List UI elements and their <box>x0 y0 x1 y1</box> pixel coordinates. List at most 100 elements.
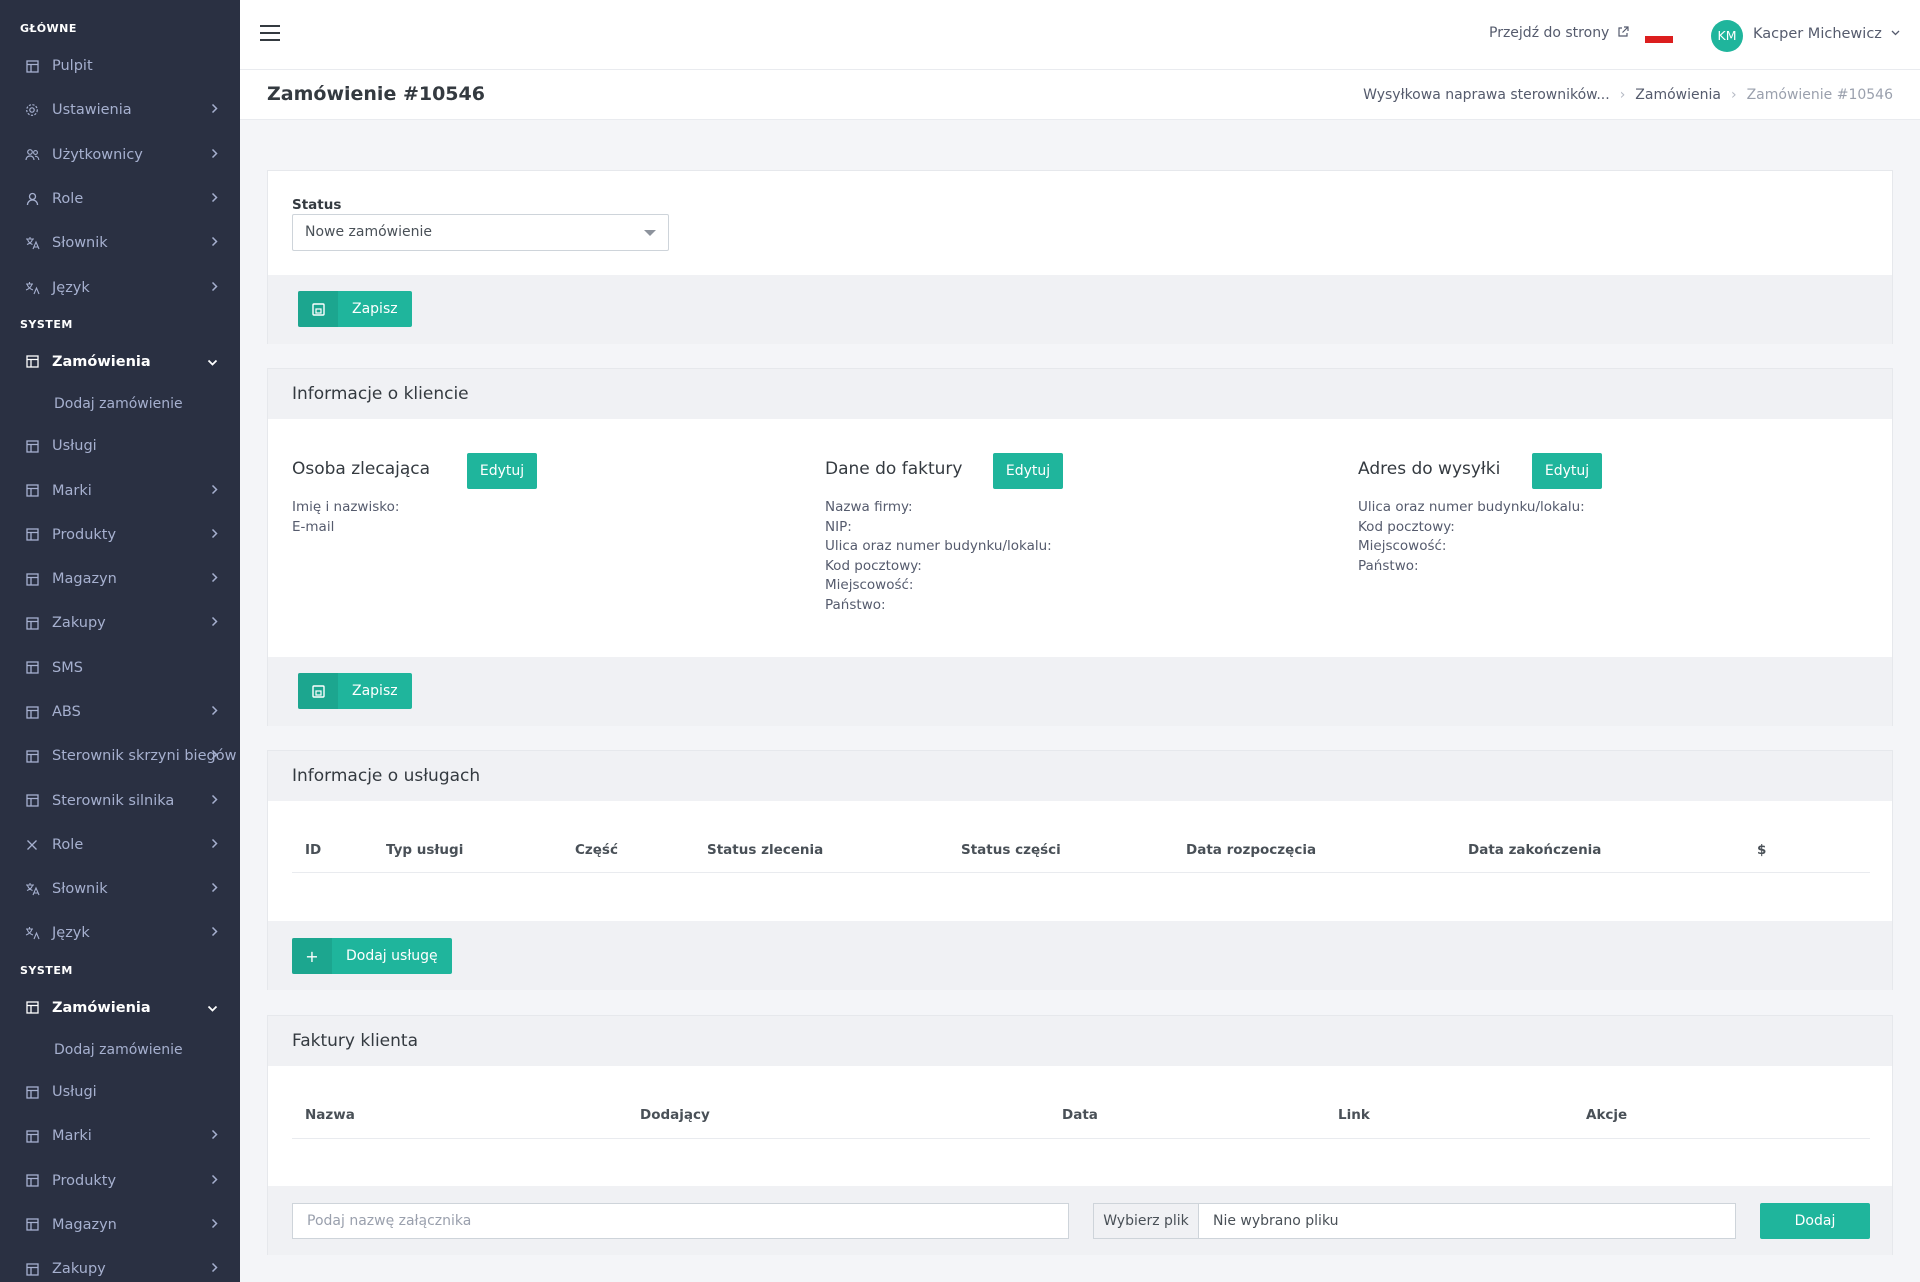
table-divider <box>292 1138 1870 1139</box>
sidebar-item[interactable]: Role <box>0 823 240 867</box>
sidebar-item[interactable]: ABS <box>0 690 240 734</box>
sidebar-item-label: Użytkownicy <box>52 146 143 163</box>
sidebar-item[interactable]: Sterownik skrzyni biegów <box>0 734 240 778</box>
choose-file-button[interactable]: Wybierz plik <box>1094 1204 1199 1238</box>
sidebar-item[interactable]: Zamówienia <box>0 986 240 1030</box>
menu-toggle-icon[interactable] <box>260 25 280 41</box>
sidebar-item[interactable]: Język <box>0 265 240 309</box>
layout-icon <box>24 438 40 454</box>
status-select[interactable]: Nowe zamówienie <box>292 214 669 251</box>
field-label: Miejscowość: <box>1358 538 1447 555</box>
chevron-right-icon <box>211 483 218 499</box>
column-header-link[interactable]: Link <box>1338 1107 1370 1123</box>
sidebar-item[interactable]: Role <box>0 177 240 221</box>
sidebar-item-label: Zamówienia <box>52 353 151 370</box>
layout-icon <box>24 793 40 809</box>
services-card: Informacje o usługach ID Typ usługi Częś… <box>267 750 1893 990</box>
sidebar-item[interactable]: Język <box>0 911 240 955</box>
column-header-actions[interactable]: Akcje <box>1586 1107 1627 1123</box>
save-client-button[interactable]: Zapisz <box>298 673 412 709</box>
sidebar-item[interactable]: Usługi <box>0 1070 240 1114</box>
layout-icon <box>24 571 40 587</box>
breadcrumb-separator-icon: › <box>1730 87 1737 103</box>
chevron-right-icon <box>211 615 218 631</box>
table-divider <box>292 872 1870 873</box>
column-header-date[interactable]: Data <box>1062 1107 1098 1123</box>
layout-icon <box>24 1000 40 1016</box>
sidebar-item[interactable]: Użytkownicy <box>0 133 240 177</box>
column-header-service-type[interactable]: Typ usługi <box>386 842 463 858</box>
chevron-right-icon <box>211 793 218 809</box>
chevron-down-icon <box>207 354 218 370</box>
chevron-right-icon <box>211 1173 218 1189</box>
user-menu[interactable]: Kacper Michewicz <box>1753 26 1900 42</box>
breadcrumb-item-orders[interactable]: Zamówienia <box>1635 87 1721 103</box>
chevron-right-icon <box>211 925 218 941</box>
shipping-address-fields: Ulica oraz numer budynku/lokalu: Kod poc… <box>1358 498 1585 576</box>
layout-icon <box>24 660 40 676</box>
sidebar-section-title: GŁÓWNE <box>20 22 77 35</box>
status-select-value: Nowe zamówienie <box>305 224 433 240</box>
sidebar-item[interactable]: Sterownik silnika <box>0 778 240 822</box>
sidebar-item[interactable]: SMS <box>0 646 240 690</box>
user-icon <box>24 191 40 207</box>
sidebar-item[interactable]: Usługi <box>0 424 240 468</box>
edit-orderer-button[interactable]: Edytuj <box>467 453 537 489</box>
column-header-order-status[interactable]: Status zlecenia <box>707 842 823 858</box>
chevron-right-icon <box>211 235 218 251</box>
edit-invoice-data-button[interactable]: Edytuj <box>993 453 1063 489</box>
field-label: Państwo: <box>825 596 886 613</box>
save-status-button[interactable]: Zapisz <box>298 291 412 327</box>
attachment-name-input[interactable]: Podaj nazwę załącznika <box>292 1203 1069 1239</box>
column-header-name[interactable]: Nazwa <box>305 1107 355 1123</box>
field-label: Imię i nazwisko: <box>292 499 400 515</box>
column-header-start-date[interactable]: Data rozpoczęcia <box>1186 842 1316 858</box>
sidebar-subitem[interactable]: Dodaj zamówienie <box>0 1030 240 1070</box>
services-header: Informacje o usługach <box>268 751 1892 801</box>
avatar[interactable]: KM <box>1711 20 1743 52</box>
sidebar-subitem[interactable]: Dodaj zamówienie <box>0 384 240 424</box>
column-header-price[interactable]: $ <box>1757 842 1766 858</box>
sidebar-item[interactable]: Zakupy <box>0 1247 240 1282</box>
sidebar-item[interactable]: Zamówienia <box>0 340 240 384</box>
field-label: Nazwa firmy: <box>825 499 913 515</box>
sidebar-item[interactable]: Magazyn <box>0 1203 240 1247</box>
shipping-address-title: Adres do wysyłki <box>1358 459 1501 479</box>
layout-icon <box>24 1128 40 1144</box>
sidebar-item[interactable]: Słownik <box>0 867 240 911</box>
column-header-added-by[interactable]: Dodający <box>640 1107 710 1123</box>
sidebar-item[interactable]: Słownik <box>0 221 240 265</box>
sidebar-item-label: SMS <box>52 659 83 676</box>
sidebar-item-label: Role <box>52 836 84 853</box>
column-header-id[interactable]: ID <box>305 842 321 858</box>
chosen-file-name: Nie wybrano pliku <box>1213 1213 1339 1229</box>
breadcrumb-item-site[interactable]: Wysyłkowa naprawa sterowników... <box>1363 87 1610 103</box>
close-icon <box>24 837 40 853</box>
sidebar-item[interactable]: Marki <box>0 468 240 512</box>
sidebar-item[interactable]: Marki <box>0 1114 240 1158</box>
chevron-right-icon <box>211 102 218 118</box>
chevron-right-icon <box>211 147 218 163</box>
user-name[interactable]: Kacper Michewicz <box>1753 26 1882 42</box>
column-header-part[interactable]: Część <box>575 842 618 858</box>
sidebar-item[interactable]: Magazyn <box>0 557 240 601</box>
caret-down-icon <box>644 230 656 236</box>
add-attachment-button[interactable]: Dodaj <box>1760 1203 1870 1239</box>
edit-shipping-address-button[interactable]: Edytuj <box>1532 453 1602 489</box>
sidebar-item-label: Magazyn <box>52 1216 117 1233</box>
layout-icon <box>24 615 40 631</box>
file-picker[interactable]: Wybierz plik Nie wybrano pliku <box>1093 1203 1736 1239</box>
sidebar-item[interactable]: Pulpit <box>0 44 240 88</box>
column-header-part-status[interactable]: Status części <box>961 842 1061 858</box>
add-service-button[interactable]: + Dodaj usługę <box>292 938 452 974</box>
client-info-footer: Zapisz <box>268 657 1892 726</box>
sidebar-item[interactable]: Produkty <box>0 1159 240 1203</box>
sidebar-item[interactable]: Ustawienia <box>0 88 240 132</box>
goto-site-label[interactable]: Przejdź do strony <box>1489 25 1609 41</box>
column-header-end-date[interactable]: Data zakończenia <box>1468 842 1601 858</box>
invoices-card: Faktury klienta Nazwa Dodający Data Link… <box>267 1015 1893 1255</box>
sidebar-item[interactable]: Zakupy <box>0 601 240 645</box>
language-flag-icon[interactable] <box>1645 29 1673 43</box>
goto-site-link[interactable]: Przejdź do strony <box>1489 25 1629 41</box>
sidebar-item[interactable]: Produkty <box>0 513 240 557</box>
